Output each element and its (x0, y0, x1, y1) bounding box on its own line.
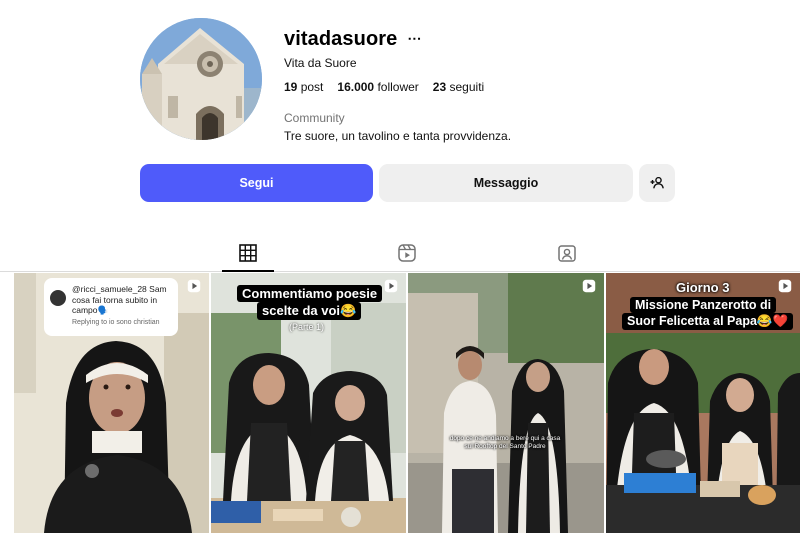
follow-button[interactable]: Segui (140, 164, 373, 202)
profile-username: vitadasuore (284, 28, 398, 50)
church-facade-image (140, 18, 262, 140)
more-options-icon[interactable]: ⋯ (407, 31, 421, 45)
commenter-avatar (50, 290, 66, 306)
reply-footer: Replying to io sono christian (72, 318, 160, 326)
posts-count-value: 19 (284, 80, 298, 94)
following-count-label: seguiti (449, 80, 485, 94)
post-caption-line2: scelte da voi😂 (257, 302, 362, 320)
profile-bio: Tre suore, un tavolino e tanta provviden… (284, 129, 512, 143)
reply-handle: @ricci_samuele_28 (72, 284, 147, 294)
post-subtitle: dopo ce ne andiamo a bere qui a casa sul… (430, 435, 580, 452)
tab-reels[interactable] (390, 238, 424, 272)
profile-avatar[interactable] (140, 18, 262, 140)
reel-badge-icon (187, 279, 201, 293)
following-count[interactable]: 23 seguiti (433, 80, 484, 94)
reel-badge-icon (778, 279, 792, 293)
post-tile[interactable]: @ricci_samuele_28 Sam cosa fai torna sub… (14, 273, 209, 533)
reel-badge-icon (384, 279, 398, 293)
posts-count-label: post (300, 80, 324, 94)
suggested-accounts-button[interactable] (639, 164, 675, 202)
post-tile[interactable]: Giorno 3 Missione Panzerotto di Suor Fel… (606, 273, 800, 533)
grid-icon (239, 244, 257, 262)
followers-count[interactable]: 16.000 follower (337, 80, 418, 94)
post-subtitle-line2: sul Rooftop del Santo Padre (464, 443, 546, 451)
post-day-label: Giorno 3 (676, 280, 730, 295)
add-person-icon (650, 177, 664, 189)
post-caption-line2: Suor Felicetta al Papa😂❤️ (622, 313, 794, 330)
profile-full-name: Vita da Suore (284, 56, 357, 70)
post-thumbnail-rooftop (408, 273, 604, 533)
reply-comment-card: @ricci_samuele_28 Sam cosa fai torna sub… (44, 278, 178, 336)
tab-tagged[interactable] (550, 238, 584, 272)
followers-count-value: 16.000 (337, 80, 375, 94)
post-caption-line1: Missione Panzerotto di (630, 297, 777, 313)
following-count-value: 23 (432, 80, 447, 94)
posts-count: 19 post (284, 80, 323, 94)
tagged-icon (558, 245, 576, 262)
post-caption-part: (Parte 1) (289, 322, 325, 332)
post-tile[interactable]: Commentiamo poesie scelte da voi😂 (Parte… (211, 273, 406, 533)
message-button[interactable]: Messaggio (379, 164, 633, 202)
posts-grid: @ricci_samuele_28 Sam cosa fai torna sub… (14, 273, 800, 533)
post-tile[interactable]: dopo ce ne andiamo a bere qui a casa sul… (408, 273, 604, 533)
profile-stats: 19 post 16.000 follower 23 seguiti (284, 80, 484, 94)
reels-icon (398, 244, 416, 262)
reel-badge-icon (582, 279, 596, 293)
profile-category: Community (284, 111, 345, 125)
post-caption-line1: Commentiamo poesie (237, 285, 383, 302)
followers-count-label: follower (377, 80, 419, 94)
tab-posts[interactable] (222, 238, 274, 272)
